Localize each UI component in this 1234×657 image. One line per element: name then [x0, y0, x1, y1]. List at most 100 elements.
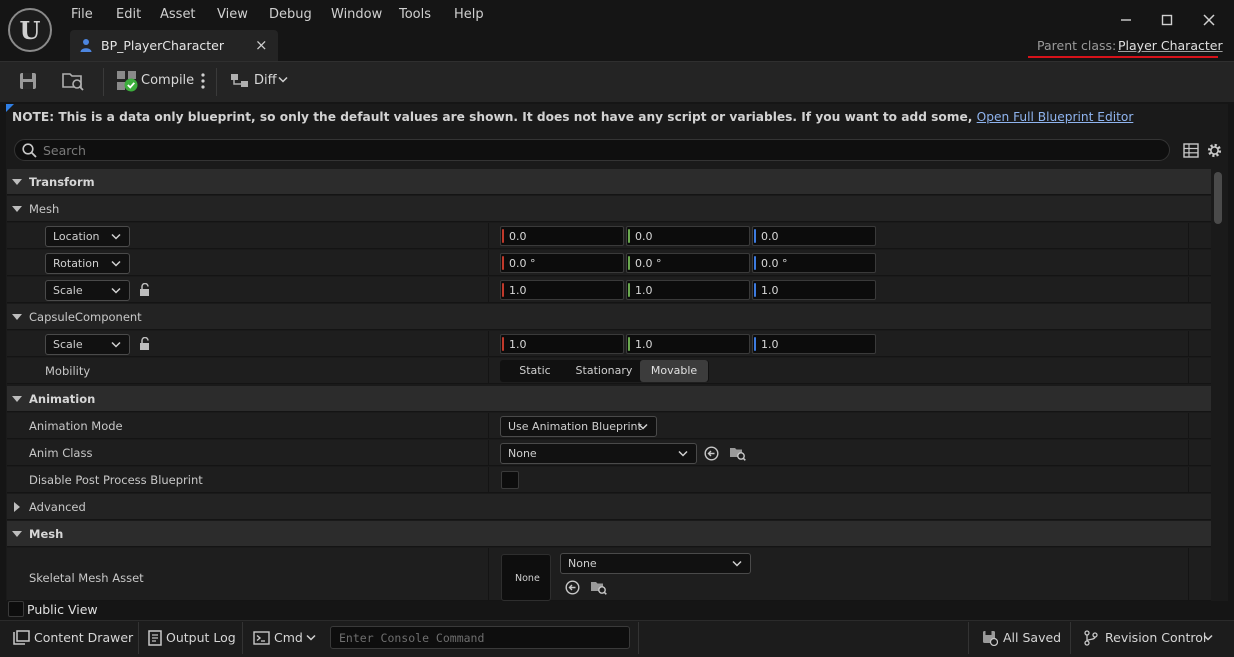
diff-button[interactable]: Diff: [254, 73, 277, 88]
revision-chevron-down-icon[interactable]: [1203, 634, 1213, 642]
location-z-field[interactable]: 0.0: [752, 226, 876, 246]
skeletal-mesh-dropdown[interactable]: None: [560, 553, 751, 574]
svg-text:U: U: [20, 16, 41, 45]
tab-label: BP_PlayerCharacter: [101, 38, 224, 53]
mobility-movable-option[interactable]: Movable: [640, 360, 708, 382]
category-transform-label: Transform: [29, 175, 95, 189]
skeletal-mesh-label: Skeletal Mesh Asset: [29, 571, 144, 585]
menu-file[interactable]: File: [69, 6, 95, 23]
save-icon[interactable]: [18, 71, 38, 91]
revision-control-button[interactable]: Revision Control: [1105, 630, 1206, 645]
browse-to-asset-icon[interactable]: [61, 70, 85, 92]
capsule-scale-mode-dropdown[interactable]: Scale: [45, 334, 130, 355]
rotation-x-field[interactable]: 0.0 °: [500, 253, 624, 273]
tab-bp-player-character[interactable]: BP_PlayerCharacter ×: [70, 30, 278, 61]
scale-x-field[interactable]: 1.0: [500, 280, 624, 300]
tab-close-icon[interactable]: ×: [255, 36, 268, 54]
menu-view[interactable]: View: [215, 6, 250, 23]
close-window-icon[interactable]: [1199, 10, 1219, 30]
search-box[interactable]: [14, 139, 1170, 161]
settings-gear-icon[interactable]: [1206, 142, 1223, 159]
all-saved-button[interactable]: All Saved: [1003, 630, 1061, 645]
capsule-scale-y-field[interactable]: 1.0: [626, 334, 750, 354]
rotation-z-field[interactable]: 0.0 °: [752, 253, 876, 273]
subcategory-mesh[interactable]: Mesh: [7, 196, 1211, 222]
search-icon: [22, 143, 37, 158]
mobility-stationary-option[interactable]: Stationary: [570, 360, 638, 382]
use-selected-asset-icon[interactable]: [704, 446, 719, 461]
unreal-logo-icon[interactable]: U: [8, 8, 52, 52]
property-row-location: Location 0.0 0.0 0.0: [7, 223, 1211, 249]
property-row-skeletal-mesh: Skeletal Mesh Asset None None: [7, 548, 1211, 601]
thumbnail-label: None: [515, 573, 540, 584]
blueprint-actor-icon: [79, 38, 93, 52]
property-matrix-icon[interactable]: [1183, 143, 1199, 158]
animation-mode-label: Animation Mode: [29, 419, 123, 433]
subcategory-advanced[interactable]: Advanced: [7, 494, 1211, 520]
scale-y-field[interactable]: 1.0: [626, 280, 750, 300]
mobility-label: Mobility: [45, 364, 91, 378]
property-row-mobility: Mobility Static Stationary Movable: [7, 358, 1211, 384]
compile-status-icon[interactable]: [116, 70, 138, 92]
output-log-icon: [147, 630, 163, 646]
category-animation[interactable]: Animation: [7, 386, 1211, 412]
mobility-static-option[interactable]: Static: [500, 360, 570, 382]
rotation-y-field[interactable]: 0.0 °: [626, 253, 750, 273]
subcategory-advanced-label: Advanced: [29, 500, 86, 514]
capsule-scale-x-field[interactable]: 1.0: [500, 334, 624, 354]
location-mode-dropdown[interactable]: Location: [45, 226, 130, 247]
chevron-down-icon[interactable]: [278, 76, 288, 84]
output-log-button[interactable]: Output Log: [166, 630, 236, 645]
compile-button[interactable]: Compile: [141, 73, 194, 88]
scale-lock-icon[interactable]: [138, 283, 152, 297]
disable-post-process-checkbox[interactable]: [501, 471, 519, 489]
category-transform[interactable]: Transform: [7, 169, 1211, 195]
menu-asset[interactable]: Asset: [158, 6, 198, 23]
mobility-segmented-control: Static Stationary Movable: [500, 360, 709, 382]
capsule-scale-lock-icon[interactable]: [138, 337, 152, 351]
console-command-input[interactable]: [330, 626, 630, 649]
property-row-capsule-scale: Scale 1.0 1.0 1.0: [7, 331, 1211, 357]
parent-class-link[interactable]: Player Character: [1118, 38, 1223, 53]
location-x-field[interactable]: 0.0: [500, 226, 624, 246]
minimize-icon[interactable]: [1116, 10, 1136, 30]
public-view-checkbox[interactable]: [8, 601, 24, 617]
animation-mode-dropdown[interactable]: Use Animation Blueprint: [500, 416, 657, 437]
skeletal-mesh-use-selected-icon[interactable]: [565, 580, 580, 595]
search-input[interactable]: [43, 141, 1143, 159]
open-full-blueprint-editor-link[interactable]: Open Full Blueprint Editor: [977, 110, 1134, 124]
menu-tools[interactable]: Tools: [397, 6, 433, 23]
details-scrollbar[interactable]: [1214, 172, 1222, 224]
content-drawer-button[interactable]: Content Drawer: [34, 630, 133, 645]
scale-z-field[interactable]: 1.0: [752, 280, 876, 300]
skeletal-mesh-thumbnail[interactable]: None: [501, 554, 551, 601]
rotation-mode-dropdown[interactable]: Rotation: [45, 253, 130, 274]
scale-mode-dropdown[interactable]: Scale: [45, 280, 130, 301]
cmd-dropdown[interactable]: Cmd: [274, 630, 303, 645]
location-y-field[interactable]: 0.0: [626, 226, 750, 246]
menu-window[interactable]: Window: [329, 6, 384, 23]
menu-debug[interactable]: Debug: [267, 6, 314, 23]
category-mesh[interactable]: Mesh: [7, 521, 1211, 547]
maximize-icon[interactable]: [1157, 10, 1177, 30]
compile-options-icon[interactable]: [199, 72, 207, 90]
all-saved-icon: [982, 630, 998, 646]
parent-class-highlight: [1028, 56, 1218, 58]
diff-icon[interactable]: [230, 71, 250, 91]
skeletal-mesh-browse-icon[interactable]: [590, 579, 607, 595]
note-text: NOTE: This is a data only blueprint, so …: [12, 110, 977, 124]
subcategory-capsule-component[interactable]: CapsuleComponent: [7, 304, 1211, 330]
revision-control-icon: [1084, 630, 1098, 646]
anim-class-dropdown[interactable]: None: [500, 443, 697, 464]
console-icon: [253, 631, 270, 645]
capsule-scale-z-field[interactable]: 1.0: [752, 334, 876, 354]
anim-class-label: Anim Class: [29, 446, 93, 460]
public-view-row: [6, 601, 1228, 618]
category-mesh-label: Mesh: [29, 527, 64, 541]
property-row-anim-class: Anim Class None: [7, 440, 1211, 466]
cmd-chevron-down-icon[interactable]: [306, 634, 316, 642]
menu-help[interactable]: Help: [452, 6, 486, 23]
browse-asset-icon[interactable]: [729, 445, 746, 461]
content-drawer-icon: [13, 630, 31, 646]
menu-edit[interactable]: Edit: [114, 6, 143, 23]
